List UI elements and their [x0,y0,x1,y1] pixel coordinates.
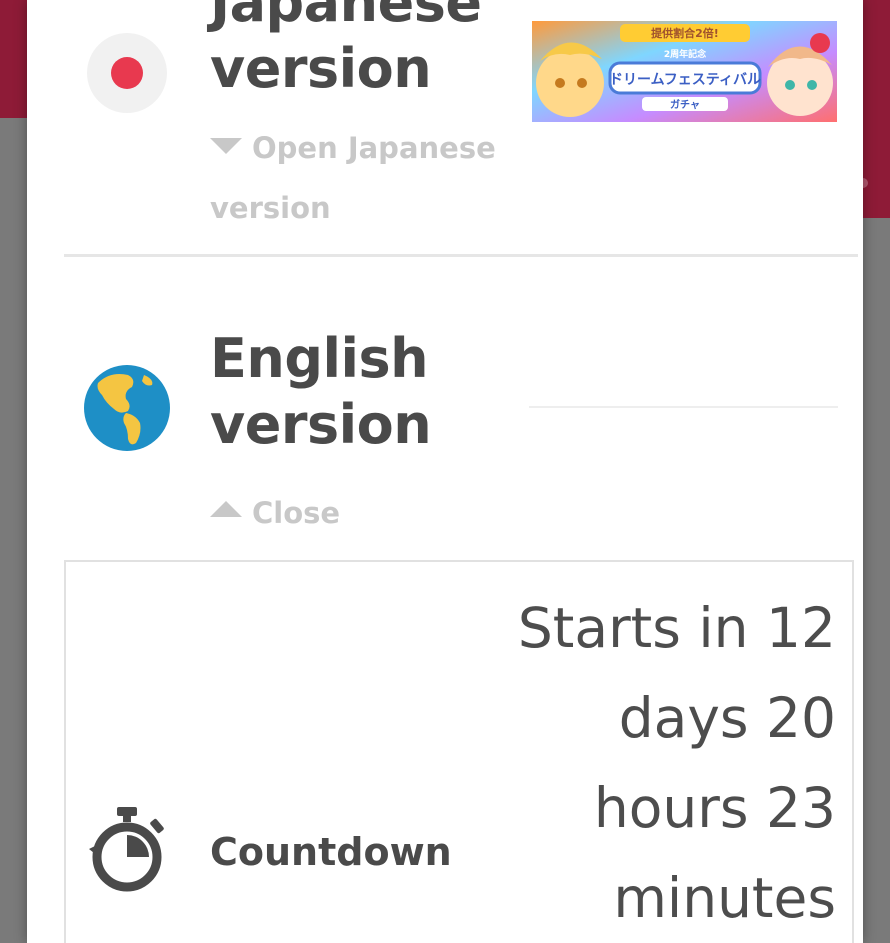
row-divider [64,254,858,257]
japan-flag-icon [87,33,167,113]
japanese-event-banner[interactable]: 提供割合2倍! 2周年記念 ドリームフェスティバル ガチャ [532,21,837,122]
caret-down-icon [210,138,242,154]
flag-sun [111,57,143,89]
open-japanese-version-label: Open Japanese version [210,131,496,225]
countdown-value: Starts in 12 days 20 hours 23 minutes [517,596,836,930]
countdown-label: Countdown [210,830,452,874]
close-label: Close [252,496,341,530]
banner-top-text: 提供割合2倍! [651,26,719,40]
caret-up-icon [210,501,242,517]
event-details-modal: Japanese version Open Japanese version 提… [27,0,863,943]
globe-americas-icon [84,365,170,451]
english-version-title: English version [210,327,432,456]
banner-sub-text: 2周年記念 [664,48,706,60]
close-english-version-link[interactable]: Close [210,483,510,543]
english-banner-placeholder [529,406,838,408]
banner-main-text: ドリームフェスティバル [609,72,761,88]
stopwatch-icon [87,805,169,893]
japanese-version-title: Japanese version [210,0,482,100]
open-japanese-version-link[interactable]: Open Japanese version [210,118,510,238]
banner-bottom-text: ガチャ [670,98,700,111]
